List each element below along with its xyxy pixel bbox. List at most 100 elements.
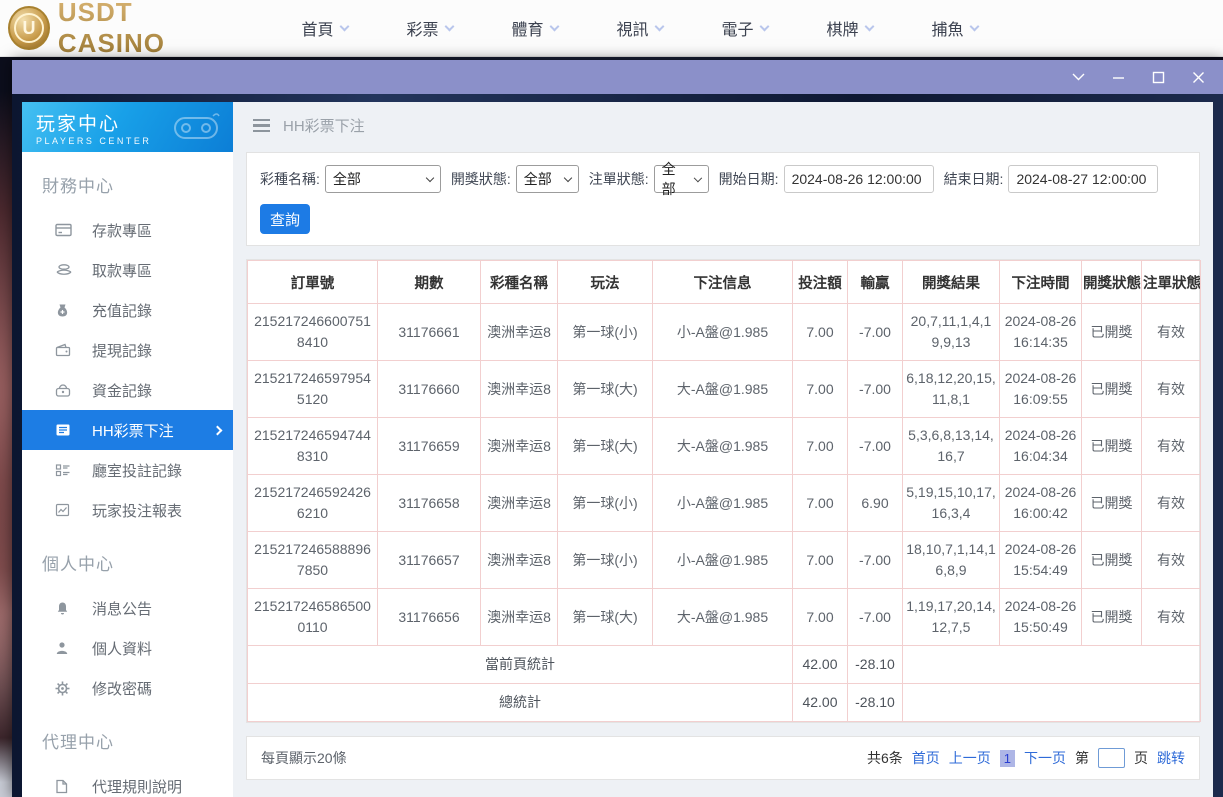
nav-item-home[interactable]: 首頁: [272, 16, 377, 40]
cell-period: 31176660: [377, 360, 481, 418]
cell-lottery: 澳洲幸运8: [480, 360, 558, 418]
sidebar-header: 玩家中心 PLAYERS CENTER: [22, 102, 233, 152]
person-icon: [55, 640, 73, 656]
grand-total-row: 總統計 42.00 -28.10: [247, 683, 1201, 722]
cell-period: 31176656: [377, 588, 481, 646]
sidebar-item-label: 消息公告: [92, 600, 153, 618]
cell-bet-info: 大-A盤@1.985: [652, 360, 793, 418]
window-close-icon[interactable]: [1191, 70, 1205, 84]
sidebar-item-player-bet-report[interactable]: 玩家投注報表: [22, 490, 233, 530]
cell-draw-status: 已開獎: [1081, 417, 1142, 475]
cell-win-loss: -7.00: [847, 417, 903, 475]
nav-item-fishing[interactable]: 捕魚: [902, 16, 1007, 40]
jump-button[interactable]: 跳转: [1157, 748, 1185, 768]
bets-table: 訂單號 期數 彩種名稱 玩法 下注信息 投注額 輸贏 開獎結果 下注時間 開獎狀…: [247, 260, 1201, 722]
order-status-select[interactable]: 全部: [653, 161, 709, 197]
prev-page-link[interactable]: 上一页: [949, 748, 991, 768]
cell-result: 5,3,6,8,13,14,16,7: [902, 417, 1000, 475]
cell-lottery: 澳洲幸运8: [480, 417, 558, 475]
cell-order-id: 2152172466007518410: [247, 303, 378, 361]
cell-lottery: 澳洲幸运8: [480, 474, 558, 532]
nav-item-slots[interactable]: 電子: [692, 16, 797, 40]
cell-bet-info: 小-A盤@1.985: [652, 303, 793, 361]
pagination: 共6条 首页 上一页 1 下一页 第 页 跳转: [867, 748, 1185, 768]
sidebar-item-withdrawal-records[interactable]: 提現記錄: [22, 330, 233, 370]
chevron-down-icon: [864, 21, 874, 31]
cell-bet-time: 2024-08-26 16:14:35: [999, 303, 1082, 361]
sidebar-item-recharge-records[interactable]: 充值記錄: [22, 290, 233, 330]
search-button[interactable]: 查詢: [260, 204, 310, 234]
grand-total-empty: [902, 683, 1201, 722]
nav-item-video[interactable]: 視訊: [587, 16, 692, 40]
page-size-text: 每頁顯示20條: [261, 750, 347, 766]
cell-play: 第一球(小): [557, 531, 653, 589]
cell-win-loss: -7.00: [847, 588, 903, 646]
sidebar-item-change-password[interactable]: 修改密碼: [22, 668, 233, 708]
nav-item-cards[interactable]: 棋牌: [797, 16, 902, 40]
current-page-badge[interactable]: 1: [999, 749, 1015, 767]
deposit-card-icon: [55, 222, 73, 238]
cell-lottery: 澳洲幸运8: [480, 588, 558, 646]
hamburger-menu-icon[interactable]: [253, 118, 270, 133]
grand-total-label: 總統計: [247, 683, 793, 722]
cell-play: 第一球(大): [557, 360, 653, 418]
col-header-lottery: 彩種名稱: [480, 260, 558, 304]
lottery-name-select[interactable]: 全部: [324, 165, 441, 193]
purse-icon: [55, 382, 73, 398]
cell-play: 第一球(小): [557, 303, 653, 361]
sidebar: 玩家中心 PLAYERS CENTER 財務中心 存款專區 取款專區 充值記錄 …: [22, 102, 233, 797]
window-collapse-icon[interactable]: [1071, 70, 1085, 84]
end-date-input[interactable]: [1008, 165, 1159, 193]
nav-item-lottery[interactable]: 彩票: [377, 16, 482, 40]
cell-bet-info: 小-A盤@1.985: [652, 531, 793, 589]
col-header-order-id: 訂單號: [247, 260, 378, 304]
site-logo[interactable]: U USDT CASINO: [8, 0, 238, 59]
table-header-row: 訂單號 期數 彩種名稱 玩法 下注信息 投注額 輸贏 開獎結果 下注時間 開獎狀…: [247, 260, 1201, 304]
sidebar-item-agent-rules[interactable]: 代理規則說明: [22, 766, 233, 797]
chevron-down-icon: [654, 21, 664, 31]
sidebar-item-profile[interactable]: 個人資料: [22, 628, 233, 668]
cell-order-id: 2152172465947448310: [247, 417, 378, 475]
cell-order-status: 有效: [1141, 474, 1201, 532]
cell-result: 6,18,12,20,15,11,8,1: [902, 360, 1000, 418]
cell-bet-amount: 7.00: [792, 588, 848, 646]
cell-win-loss: 6.90: [847, 474, 903, 532]
window-maximize-icon[interactable]: [1151, 70, 1165, 84]
cell-draw-status: 已開獎: [1081, 588, 1142, 646]
nav-item-sports[interactable]: 體育: [482, 16, 587, 40]
col-header-bet-amount: 投注額: [792, 260, 848, 304]
cell-play: 第一球(大): [557, 417, 653, 475]
chevron-down-icon: [969, 21, 979, 31]
window-minimize-icon[interactable]: [1111, 70, 1125, 84]
page-jump-input[interactable]: [1098, 748, 1125, 768]
cell-result: 5,19,15,10,17,16,3,4: [902, 474, 1000, 532]
sidebar-item-hh-lottery-bets[interactable]: HH彩票下注: [22, 410, 233, 450]
order-status-label: 注單狀態:: [588, 171, 649, 187]
cell-bet-time: 2024-08-26 16:04:34: [999, 417, 1082, 475]
table-row: 2152172465979545120 31176660 澳洲幸运8 第一球(大…: [247, 360, 1201, 418]
window-body: 玩家中心 PLAYERS CENTER 財務中心 存款專區 取款專區 充值記錄 …: [12, 94, 1223, 797]
col-header-play: 玩法: [557, 260, 653, 304]
end-date-label: 結束日期:: [943, 171, 1004, 187]
draw-status-select[interactable]: 全部: [515, 165, 579, 193]
sidebar-item-announcements[interactable]: 消息公告: [22, 588, 233, 628]
next-page-link[interactable]: 下一页: [1024, 748, 1066, 768]
page-total-bet-amount: 42.00: [792, 645, 848, 684]
table-row: 2152172466007518410 31176661 澳洲幸运8 第一球(小…: [247, 303, 1201, 361]
sidebar-item-room-bet-records[interactable]: 廳室投註記錄: [22, 450, 233, 490]
chevron-right-icon: [212, 425, 223, 435]
sidebar-item-deposit[interactable]: 存款專區: [22, 210, 233, 250]
table-row: 2152172465865000110 31176656 澳洲幸运8 第一球(大…: [247, 588, 1201, 646]
start-date-input[interactable]: [783, 165, 934, 193]
nav-label: 棋牌: [826, 22, 859, 39]
cell-win-loss: -7.00: [847, 531, 903, 589]
main-menu: 首頁 彩票 體育 視訊 電子 棋牌 捕魚: [272, 16, 1007, 40]
col-header-win-loss: 輸贏: [847, 260, 903, 304]
first-page-link[interactable]: 首页: [912, 748, 940, 768]
jump-prefix-label: 第: [1075, 750, 1089, 766]
nav-label: 捕魚: [931, 22, 964, 39]
main-content: HH彩票下注 彩種名稱: 全部 開獎狀態: 全部 注單狀態: 全部 開始日期: …: [233, 102, 1213, 797]
sidebar-item-withdraw[interactable]: 取款專區: [22, 250, 233, 290]
sidebar-item-funds-records[interactable]: 資金記錄: [22, 370, 233, 410]
page-total-label: 當前頁統計: [247, 645, 793, 684]
